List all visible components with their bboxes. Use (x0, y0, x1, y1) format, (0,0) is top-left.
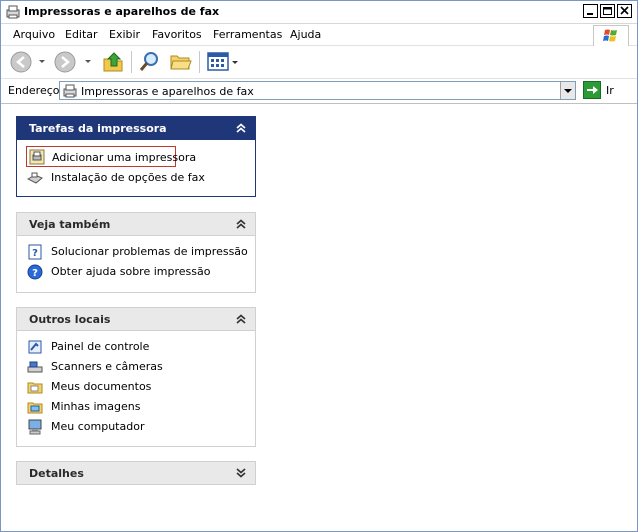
task-label: Painel de controle (51, 340, 150, 353)
menu-ajuda[interactable]: Ajuda (290, 28, 321, 41)
menu-exibir[interactable]: Exibir (109, 28, 140, 41)
search-button[interactable] (137, 50, 163, 74)
help-document-icon: ? (27, 244, 43, 260)
title-bar[interactable]: Impressoras e aparelhos de fax (1, 1, 637, 24)
svg-text:?: ? (32, 268, 38, 279)
add-printer-icon (29, 149, 45, 165)
see-also-body: ? Solucionar problemas de impressão ? Ob… (16, 236, 256, 293)
back-arrow-icon (10, 51, 32, 73)
pictures-folder-icon (27, 399, 43, 415)
task-label: Adicionar uma impressora (52, 151, 197, 164)
forward-dropdown-icon[interactable] (85, 60, 91, 64)
task-label: Scanners e câmeras (51, 360, 163, 373)
back-dropdown-icon[interactable] (39, 60, 45, 64)
scanner-icon (27, 359, 43, 375)
task-label: Minhas imagens (51, 400, 141, 413)
toolbar-separator (131, 51, 132, 73)
panel-title: Veja também (29, 218, 111, 231)
views-button[interactable] (206, 50, 240, 74)
search-icon (139, 52, 158, 71)
task-label: Instalação de opções de fax (51, 171, 205, 184)
see-also-header[interactable]: Veja também (16, 212, 256, 236)
panel-title: Tarefas da impressora (29, 122, 167, 135)
toolbar-separator (199, 51, 200, 73)
svg-text:?: ? (32, 248, 38, 259)
go-arrow-icon (587, 86, 598, 94)
minimize-button[interactable] (583, 4, 598, 18)
go-button[interactable] (583, 81, 601, 99)
address-dropdown-button[interactable] (560, 82, 575, 99)
forward-arrow-icon (54, 51, 76, 73)
menu-editar[interactable]: Editar (65, 28, 98, 41)
windows-logo-icon (593, 25, 629, 47)
address-value: Impressoras e aparelhos de fax (81, 85, 254, 98)
panel-title: Detalhes (29, 467, 84, 480)
documents-folder-icon (27, 379, 43, 395)
address-bar: Endereço Impressoras e aparelhos de fax … (1, 79, 637, 104)
folders-icon (170, 55, 192, 70)
add-printer-task[interactable]: Adicionar uma impressora (26, 146, 196, 167)
chevron-down-icon (564, 89, 572, 93)
address-label: Endereço (8, 84, 60, 97)
close-button[interactable] (617, 4, 632, 18)
task-label: Solucionar problemas de impressão (51, 245, 248, 258)
collapse-chevron-icon[interactable] (235, 122, 247, 134)
toolbar (1, 46, 637, 79)
other-places-body: Painel de controle Scanners e câmeras Me… (16, 331, 256, 447)
menu-ferramentas[interactable]: Ferramentas (213, 28, 282, 41)
printer-tasks-header[interactable]: Tarefas da impressora (16, 116, 256, 140)
explorer-window: Impressoras e aparelhos de fax Arquivo E… (0, 0, 638, 532)
printer-tasks-body: Adicionar uma impressora Instalação de o… (16, 140, 256, 197)
printer-tasks-panel: Tarefas da impressora Adicionar uma impr… (16, 116, 256, 197)
folders-button[interactable] (169, 50, 193, 74)
task-label: Meus documentos (51, 380, 152, 393)
up-folder-icon (103, 52, 123, 72)
forward-button[interactable] (53, 50, 79, 74)
details-header[interactable]: Detalhes (16, 461, 256, 485)
task-label: Obter ajuda sobre impressão (51, 265, 211, 278)
help-icon: ? (27, 264, 43, 280)
address-input[interactable]: Impressoras e aparelhos de fax (59, 81, 576, 100)
printers-folder-icon (5, 4, 21, 20)
views-icon (207, 52, 238, 71)
collapse-chevron-icon[interactable] (235, 218, 247, 230)
go-label[interactable]: Ir (606, 84, 614, 97)
details-panel: Detalhes (16, 461, 256, 485)
menu-arquivo[interactable]: Arquivo (13, 28, 55, 41)
up-button[interactable] (101, 50, 125, 74)
menu-bar: Arquivo Editar Exibir Favoritos Ferramen… (1, 24, 637, 47)
task-label: Meu computador (51, 420, 145, 433)
printers-folder-icon (62, 83, 78, 99)
collapse-chevron-icon[interactable] (235, 313, 247, 325)
maximize-button[interactable] (600, 4, 615, 18)
computer-icon (27, 419, 43, 435)
fax-icon (26, 170, 43, 186)
control-panel-icon (27, 339, 43, 355)
menu-favoritos[interactable]: Favoritos (152, 28, 202, 41)
other-places-header[interactable]: Outros locais (16, 307, 256, 331)
expand-chevron-icon[interactable] (235, 467, 247, 479)
panel-title: Outros locais (29, 313, 111, 326)
back-button[interactable] (9, 50, 35, 74)
content-area: Tarefas da impressora Adicionar uma impr… (1, 104, 637, 531)
window-title: Impressoras e aparelhos de fax (24, 5, 220, 18)
other-places-panel: Outros locais Painel de controle Scanner… (16, 307, 256, 447)
see-also-panel: Veja também ? Solucionar problemas de im… (16, 212, 256, 293)
